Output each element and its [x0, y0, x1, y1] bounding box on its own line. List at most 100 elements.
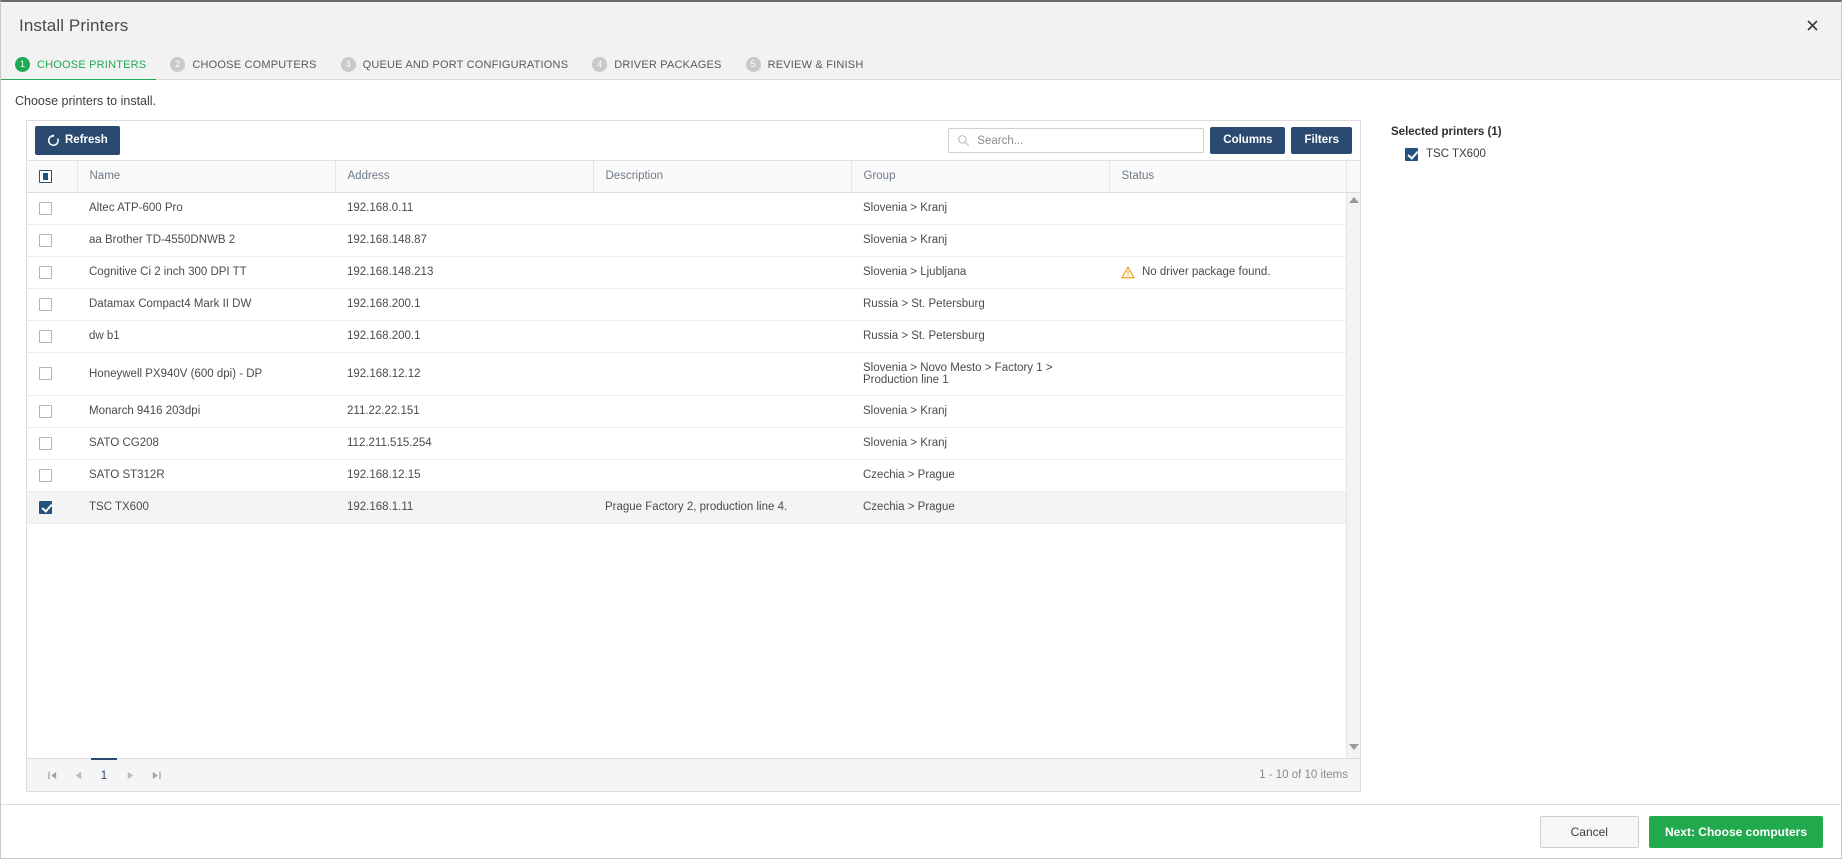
column-header-address[interactable]: Address [335, 161, 593, 192]
row-name: SATO CG208 [77, 427, 335, 459]
instruction-text: Choose printers to install. [15, 94, 1841, 108]
step-driver-packages[interactable]: 4 DRIVER PACKAGES [592, 50, 721, 80]
row-checkbox[interactable] [39, 330, 52, 343]
row-name: TSC TX600 [77, 491, 335, 523]
table-row[interactable]: TSC TX600192.168.1.11Prague Factory 2, p… [27, 491, 1360, 523]
row-status [1109, 427, 1346, 459]
row-checkbox[interactable] [39, 405, 52, 418]
table-row[interactable]: Cognitive Ci 2 inch 300 DPI TT192.168.14… [27, 256, 1360, 288]
row-status [1109, 491, 1346, 523]
search-input[interactable] [977, 135, 1195, 147]
table-row[interactable]: dw b1192.168.200.1Russia > St. Petersbur… [27, 320, 1360, 352]
column-header-status[interactable]: Status [1109, 161, 1346, 192]
row-checkbox-cell[interactable] [27, 256, 77, 288]
table-vertical-scrollbar[interactable] [1346, 193, 1360, 759]
install-printers-dialog: Install Printers 1 CHOOSE PRINTERS 2 CHO… [0, 0, 1842, 859]
row-status [1109, 352, 1346, 395]
row-description [593, 459, 851, 491]
selected-printer-checkbox[interactable] [1405, 148, 1418, 161]
column-header-group[interactable]: Group [851, 161, 1109, 192]
table-row[interactable]: Datamax Compact4 Mark II DW192.168.200.1… [27, 288, 1360, 320]
row-group: Czechia > Prague [851, 459, 1109, 491]
row-checkbox-cell[interactable] [27, 395, 77, 427]
search-icon [957, 134, 970, 147]
last-page-icon[interactable] [143, 759, 169, 791]
row-checkbox[interactable] [39, 469, 52, 482]
step-choose-printers[interactable]: 1 CHOOSE PRINTERS [15, 50, 146, 80]
step-choose-computers[interactable]: 2 CHOOSE COMPUTERS [170, 50, 316, 80]
previous-page-icon[interactable] [65, 759, 91, 791]
dialog-footer: Cancel Next: Choose computers [1, 804, 1841, 858]
row-description [593, 320, 851, 352]
step-review-and-finish[interactable]: 5 REVIEW & FINISH [746, 50, 864, 80]
refresh-icon [47, 134, 60, 147]
column-header-description[interactable]: Description [593, 161, 851, 192]
select-all-checkbox[interactable] [39, 170, 52, 183]
table-row[interactable]: Monarch 9416 203dpi211.22.22.151Slovenia… [27, 395, 1360, 427]
row-checkbox-cell[interactable] [27, 193, 77, 225]
row-address: 192.168.0.11 [335, 193, 593, 225]
row-address: 192.168.12.12 [335, 352, 593, 395]
columns-button[interactable]: Columns [1210, 127, 1285, 155]
row-checkbox[interactable] [39, 202, 52, 215]
printers-table-header: Name Address Description Group Status [27, 161, 1360, 193]
row-name: Honeywell PX940V (600 dpi) - DP [77, 352, 335, 395]
row-checkbox[interactable] [39, 234, 52, 247]
row-address: 192.168.12.15 [335, 459, 593, 491]
next-choose-computers-button[interactable]: Next: Choose computers [1649, 816, 1823, 848]
printers-table-wrap: Name Address Description Group Status [27, 160, 1360, 758]
row-group: Russia > St. Petersburg [851, 320, 1109, 352]
row-checkbox-cell[interactable] [27, 352, 77, 395]
row-checkbox-cell[interactable] [27, 320, 77, 352]
close-icon[interactable] [1797, 10, 1827, 40]
table-row[interactable]: Honeywell PX940V (600 dpi) - DP192.168.1… [27, 352, 1360, 395]
row-checkbox-cell[interactable] [27, 459, 77, 491]
table-header-row: Name Address Description Group Status [27, 161, 1360, 192]
row-checkbox[interactable] [39, 367, 52, 380]
row-checkbox-cell[interactable] [27, 224, 77, 256]
row-description [593, 288, 851, 320]
row-checkbox[interactable] [39, 501, 52, 514]
row-checkbox[interactable] [39, 437, 52, 450]
column-header-name[interactable]: Name [77, 161, 335, 192]
row-address: 192.168.200.1 [335, 320, 593, 352]
row-checkbox[interactable] [39, 298, 52, 311]
row-checkbox-cell[interactable] [27, 427, 77, 459]
first-page-icon[interactable] [39, 759, 65, 791]
wizard-steps: 1 CHOOSE PRINTERS 2 CHOOSE COMPUTERS 3 Q… [1, 50, 1841, 80]
page-number-1[interactable]: 1 [91, 758, 117, 791]
selected-printer-label: TSC TX600 [1426, 148, 1486, 160]
table-row[interactable]: Altec ATP-600 Pro192.168.0.11Slovenia > … [27, 193, 1360, 225]
table-row[interactable]: SATO ST312R192.168.12.15Czechia > Prague [27, 459, 1360, 491]
row-description [593, 352, 851, 395]
search-box[interactable] [948, 128, 1204, 153]
step-label: QUEUE AND PORT CONFIGURATIONS [363, 59, 569, 71]
filters-button[interactable]: Filters [1291, 127, 1352, 155]
select-all-header[interactable] [27, 161, 77, 192]
row-status [1109, 320, 1346, 352]
selected-printer-item[interactable]: TSC TX600 [1391, 145, 1691, 163]
row-group: Slovenia > Ljubljana [851, 256, 1109, 288]
table-pager: 1 1 - 10 of 10 items [27, 758, 1360, 791]
table-row[interactable]: aa Brother TD-4550DNWB 2192.168.148.87Sl… [27, 224, 1360, 256]
row-group: Slovenia > Kranj [851, 427, 1109, 459]
scroll-down-icon[interactable] [1349, 744, 1359, 754]
row-description [593, 256, 851, 288]
row-status [1109, 224, 1346, 256]
row-group: Russia > St. Petersburg [851, 288, 1109, 320]
row-checkbox-cell[interactable] [27, 491, 77, 523]
row-checkbox[interactable] [39, 266, 52, 279]
row-group: Czechia > Prague [851, 491, 1109, 523]
next-page-icon[interactable] [117, 759, 143, 791]
row-description [593, 193, 851, 225]
row-checkbox-cell[interactable] [27, 288, 77, 320]
table-row[interactable]: SATO CG208112.211.515.254Slovenia > Kran… [27, 427, 1360, 459]
scroll-up-icon[interactable] [1349, 197, 1359, 207]
row-name: Datamax Compact4 Mark II DW [77, 288, 335, 320]
row-status [1109, 459, 1346, 491]
refresh-button[interactable]: Refresh [35, 126, 120, 155]
step-queue-and-port-configurations[interactable]: 3 QUEUE AND PORT CONFIGURATIONS [341, 50, 569, 80]
step-number: 1 [15, 57, 30, 72]
row-name: Monarch 9416 203dpi [77, 395, 335, 427]
cancel-button[interactable]: Cancel [1540, 816, 1639, 848]
